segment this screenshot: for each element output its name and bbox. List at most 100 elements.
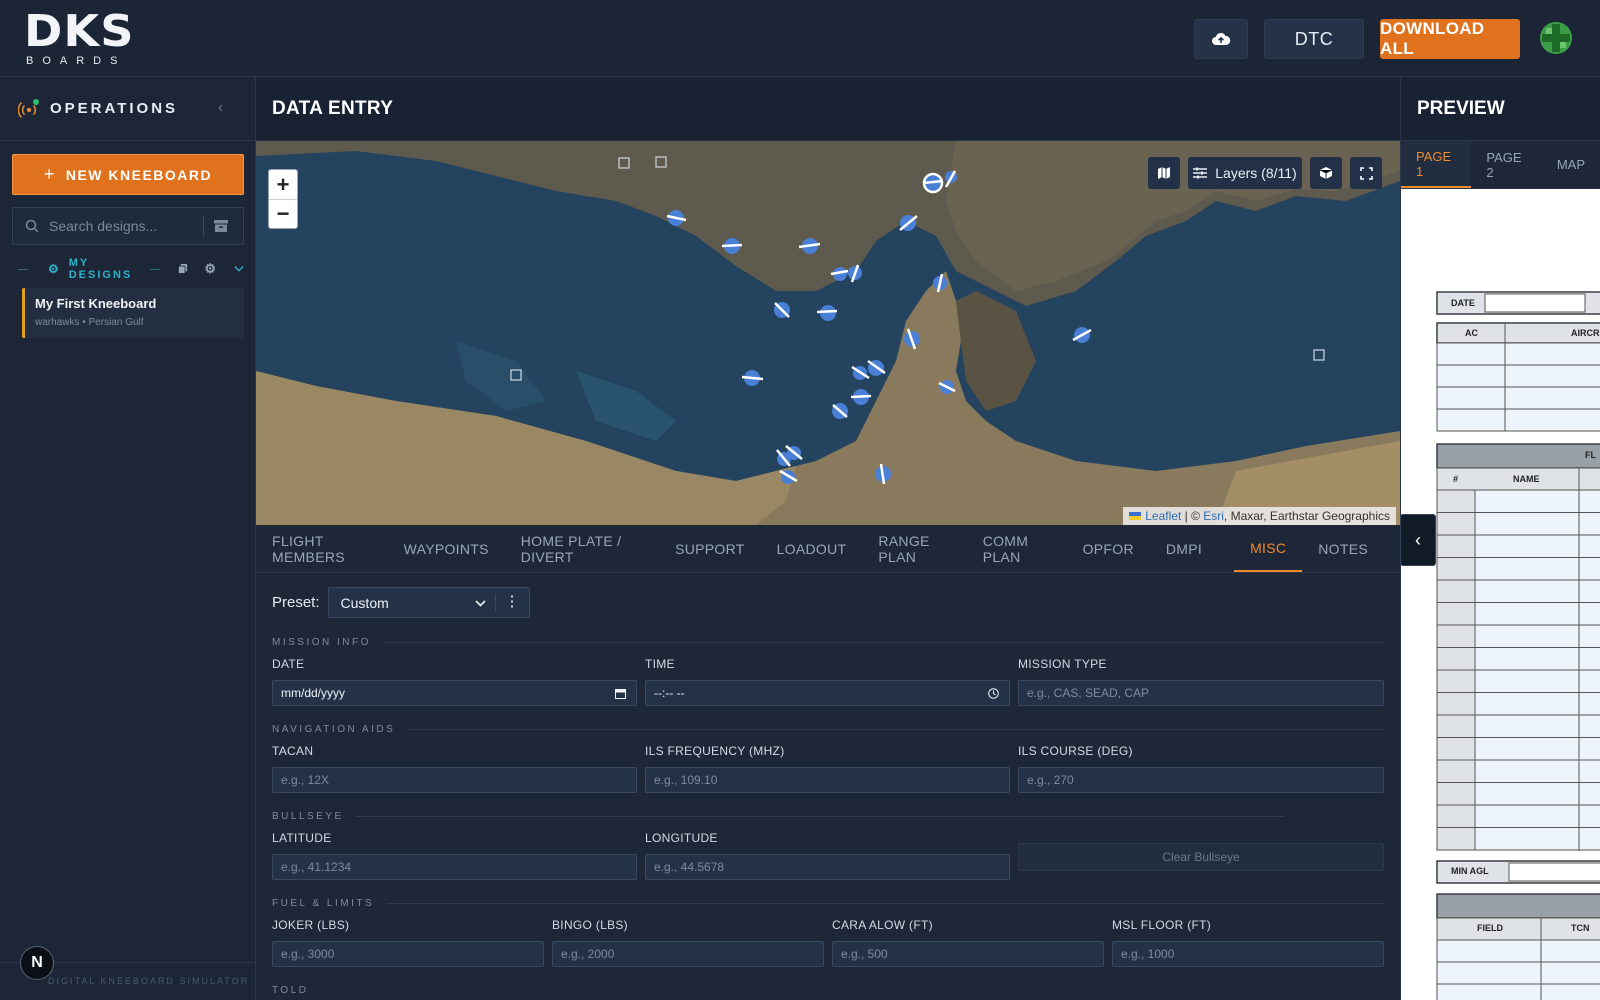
settings-gear-icon[interactable]: ⚙ bbox=[204, 261, 218, 277]
ils-course-label: ILS COURSE (DEG) bbox=[1018, 744, 1133, 758]
map-view-button[interactable] bbox=[1148, 157, 1180, 189]
search-input[interactable] bbox=[49, 218, 199, 234]
bingo-input[interactable]: e.g., 2000 bbox=[552, 941, 824, 967]
bingo-field: BINGO (LBS) e.g., 2000 bbox=[552, 918, 824, 967]
my-designs-label: MY DESIGNS bbox=[68, 257, 133, 281]
ils-course-input[interactable]: e.g., 270 bbox=[1018, 767, 1384, 793]
copy-icon[interactable] bbox=[178, 263, 188, 275]
archive-icon[interactable] bbox=[214, 220, 228, 232]
collapse-sidebar-icon[interactable]: ‹ bbox=[218, 99, 234, 119]
latitude-input[interactable]: e.g., 41.1234 bbox=[272, 854, 637, 880]
chevron-left-icon: ‹ bbox=[1415, 529, 1421, 550]
divider bbox=[150, 268, 161, 270]
kb-num-label: # bbox=[1453, 474, 1459, 484]
designs-gear-icon: ⚙ bbox=[47, 262, 61, 276]
cara-alow-field: CARA ALOW (FT) e.g., 500 bbox=[832, 918, 1104, 967]
fullscreen-button[interactable] bbox=[1350, 157, 1382, 189]
mission-type-input[interactable]: e.g., CAS, SEAD, CAP bbox=[1018, 680, 1384, 706]
cara-alow-input[interactable]: e.g., 500 bbox=[832, 941, 1104, 967]
preset-row: Preset: Custom ⋮ bbox=[272, 587, 530, 618]
expand-icon bbox=[1359, 166, 1373, 180]
section-mission-info: MISSION INFO bbox=[272, 635, 1384, 649]
download-all-button[interactable]: DOWNLOAD ALL bbox=[1380, 19, 1520, 59]
design-list-item[interactable]: My First Kneeboard warhawks • Persian Gu… bbox=[22, 288, 244, 338]
zoom-out-button[interactable]: − bbox=[269, 199, 297, 228]
n-badge-button[interactable]: N bbox=[20, 946, 54, 980]
tab-misc[interactable]: MISC bbox=[1234, 525, 1303, 572]
tab-waypoints[interactable]: WAYPOINTS bbox=[404, 525, 505, 572]
latitude-field: LATITUDE e.g., 41.1234 bbox=[272, 831, 637, 880]
logo-mark: DKS bbox=[24, 6, 135, 57]
kb-field-label: FIELD bbox=[1477, 923, 1503, 933]
ukraine-flag-icon bbox=[1129, 512, 1142, 520]
section-label: NAVIGATION AIDS bbox=[272, 723, 396, 735]
more-vertical-icon[interactable]: ⋮ bbox=[505, 592, 520, 610]
tab-map[interactable]: MAP bbox=[1542, 141, 1600, 188]
kb-flight-num-cell bbox=[1436, 714, 1476, 738]
kb-flight-num-cell bbox=[1436, 579, 1476, 603]
new-kneeboard-button[interactable]: + NEW KNEEBOARD bbox=[12, 154, 244, 195]
preset-label: Preset: bbox=[272, 594, 320, 611]
section-label: MISSION INFO bbox=[272, 636, 371, 648]
tab-page-2[interactable]: PAGE 2 bbox=[1471, 141, 1541, 188]
3d-view-button[interactable] bbox=[1310, 157, 1342, 189]
tab-home-plate[interactable]: HOME PLATE / DIVERT bbox=[521, 525, 659, 572]
tab-dmpi[interactable]: DMPI bbox=[1166, 525, 1218, 572]
dtc-button[interactable]: DTC bbox=[1264, 19, 1364, 59]
kb-flight-num-cell bbox=[1436, 669, 1476, 693]
chevron-down-icon[interactable] bbox=[234, 265, 244, 273]
kb-flight-num-cell bbox=[1436, 827, 1476, 851]
esri-link[interactable]: Esri bbox=[1203, 509, 1224, 523]
time-field: TIME --:-- -- bbox=[645, 657, 1010, 706]
tab-comm-plan[interactable]: COMM PLAN bbox=[983, 525, 1067, 572]
tab-loadout[interactable]: LOADOUT bbox=[777, 525, 863, 572]
chevron-down-icon bbox=[474, 600, 486, 607]
clear-bullseye-button[interactable]: Clear Bullseye bbox=[1018, 843, 1384, 871]
kb-flight-num-cell bbox=[1436, 624, 1476, 648]
date-value: mm/dd/yyyy bbox=[281, 686, 346, 700]
tab-flight-members[interactable]: FLIGHT MEMBERS bbox=[272, 525, 388, 572]
tab-range-plan[interactable]: RANGE PLAN bbox=[878, 525, 966, 572]
divider bbox=[386, 902, 1384, 904]
msl-floor-input[interactable]: e.g., 1000 bbox=[1112, 941, 1384, 967]
longitude-input[interactable]: e.g., 44.5678 bbox=[645, 854, 1010, 880]
time-label: TIME bbox=[645, 657, 675, 671]
longitude-label: LONGITUDE bbox=[645, 831, 718, 845]
leaflet-link[interactable]: Leaflet bbox=[1145, 509, 1181, 523]
user-avatar[interactable] bbox=[1540, 22, 1572, 54]
zoom-in-button[interactable]: + bbox=[269, 170, 297, 199]
tacan-label: TACAN bbox=[272, 744, 314, 758]
divider bbox=[382, 641, 1384, 643]
date-input[interactable]: mm/dd/yyyy bbox=[272, 680, 637, 706]
ils-frequency-input[interactable]: e.g., 109.10 bbox=[645, 767, 1010, 793]
tacan-input[interactable]: e.g., 12X bbox=[272, 767, 637, 793]
layers-button[interactable]: Layers (8/11) bbox=[1188, 157, 1302, 189]
collapse-preview-button[interactable]: ‹ bbox=[1400, 514, 1436, 566]
section-bullseye: BULLSEYE bbox=[272, 809, 1284, 823]
upload-button[interactable] bbox=[1194, 19, 1248, 59]
zoom-control: + − bbox=[268, 169, 298, 229]
kb-date-label: DATE bbox=[1451, 298, 1475, 308]
map-view[interactable]: + − Layers (8/11) Leaflet | © Esri , Max… bbox=[256, 141, 1400, 525]
tab-opfor[interactable]: OPFOR bbox=[1083, 525, 1150, 572]
design-name: My First Kneeboard bbox=[35, 296, 157, 311]
tab-page-1[interactable]: PAGE 1 bbox=[1401, 141, 1472, 188]
map-square-markers bbox=[510, 156, 1325, 381]
mission-type-field: MISSION TYPE e.g., CAS, SEAD, CAP bbox=[1018, 657, 1384, 706]
date-label: DATE bbox=[272, 657, 305, 671]
dks-boards-logo[interactable]: DKS BOARDS bbox=[24, 10, 144, 68]
layers-label: Layers (8/11) bbox=[1215, 165, 1297, 181]
tab-support[interactable]: SUPPORT bbox=[675, 525, 761, 572]
kb-name-label: NAME bbox=[1513, 474, 1540, 484]
preset-select[interactable]: Custom ⋮ bbox=[327, 587, 530, 618]
joker-input[interactable]: e.g., 3000 bbox=[272, 941, 544, 967]
map-attribution: Leaflet | © Esri , Maxar, Earthstar Geog… bbox=[1123, 507, 1396, 525]
tab-notes[interactable]: NOTES bbox=[1318, 525, 1384, 572]
time-input[interactable]: --:-- -- bbox=[645, 680, 1010, 706]
cloud-upload-icon bbox=[1212, 32, 1231, 45]
section-label: TOLD bbox=[272, 984, 309, 996]
plus-icon: + bbox=[43, 164, 56, 184]
latitude-label: LATITUDE bbox=[272, 831, 332, 845]
clock-icon[interactable] bbox=[988, 688, 999, 699]
calendar-icon[interactable] bbox=[615, 688, 626, 699]
